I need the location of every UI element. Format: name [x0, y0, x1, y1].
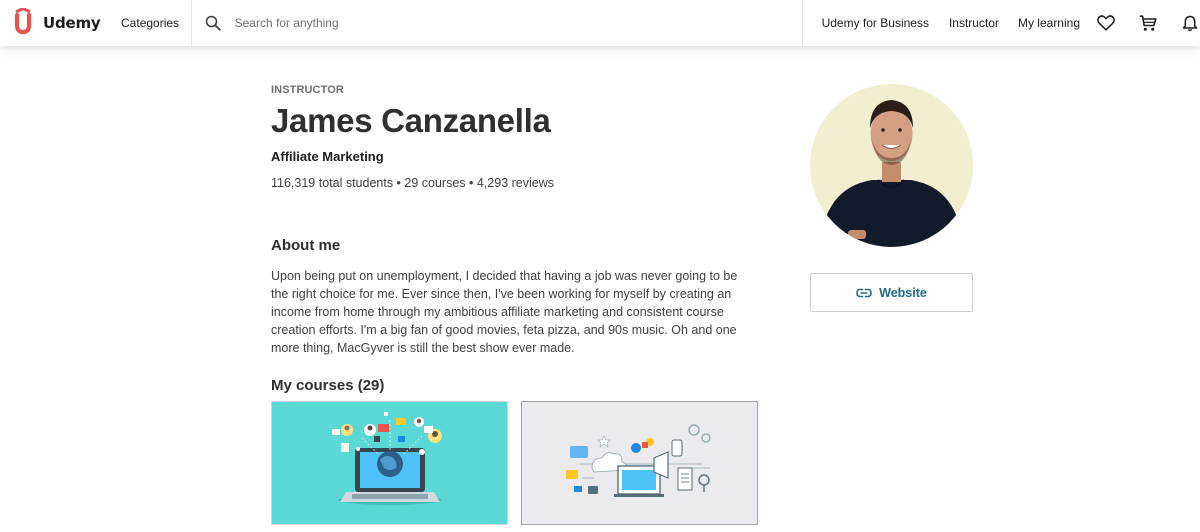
instructor-profile: INSTRUCTOR James Canzanella Affiliate Ma…: [271, 84, 761, 394]
role-label: INSTRUCTOR: [271, 84, 344, 96]
heart-icon[interactable]: [1096, 13, 1116, 33]
instructor-name: James Canzanella: [271, 102, 551, 139]
udemy-logo-icon: [14, 8, 32, 35]
instructor-headline: Affiliate Marketing: [271, 149, 384, 164]
link-icon: [856, 288, 872, 297]
search-icon[interactable]: [205, 15, 221, 31]
my-courses-heading: My courses (29): [271, 377, 385, 394]
cart-icon[interactable]: [1138, 13, 1158, 33]
instructor-link[interactable]: Instructor: [949, 16, 999, 30]
about-me-text: Upon being put on unemployment, I decide…: [271, 269, 738, 355]
header-right-nav: Udemy for Business Instructor My learnin…: [803, 0, 1200, 46]
website-button-label: Website: [879, 285, 927, 300]
bell-icon[interactable]: [1180, 13, 1200, 33]
udemy-logo[interactable]: Udemy: [0, 0, 106, 46]
course-list: [271, 401, 758, 525]
top-nav-bar: Udemy Categories Udemy for Business Inst…: [0, 0, 1200, 46]
my-learning-link[interactable]: My learning: [1018, 16, 1080, 30]
search-bar: [192, 0, 802, 46]
course-thumbnail-marketing-icon: [566, 424, 711, 497]
course-card[interactable]: [271, 401, 508, 525]
categories-menu[interactable]: Categories: [106, 0, 191, 46]
website-button[interactable]: Website: [810, 273, 973, 312]
logo-text: Udemy: [43, 14, 101, 32]
course-thumbnail-laptop-icon: [332, 412, 442, 505]
course-card[interactable]: [521, 401, 758, 525]
udemy-for-business-link[interactable]: Udemy for Business: [822, 16, 929, 30]
about-me-heading: About me: [271, 237, 341, 254]
instructor-avatar: [810, 84, 973, 247]
instructor-stats: 116,319 total students • 29 courses • 4,…: [271, 176, 554, 190]
search-input[interactable]: [234, 16, 775, 30]
